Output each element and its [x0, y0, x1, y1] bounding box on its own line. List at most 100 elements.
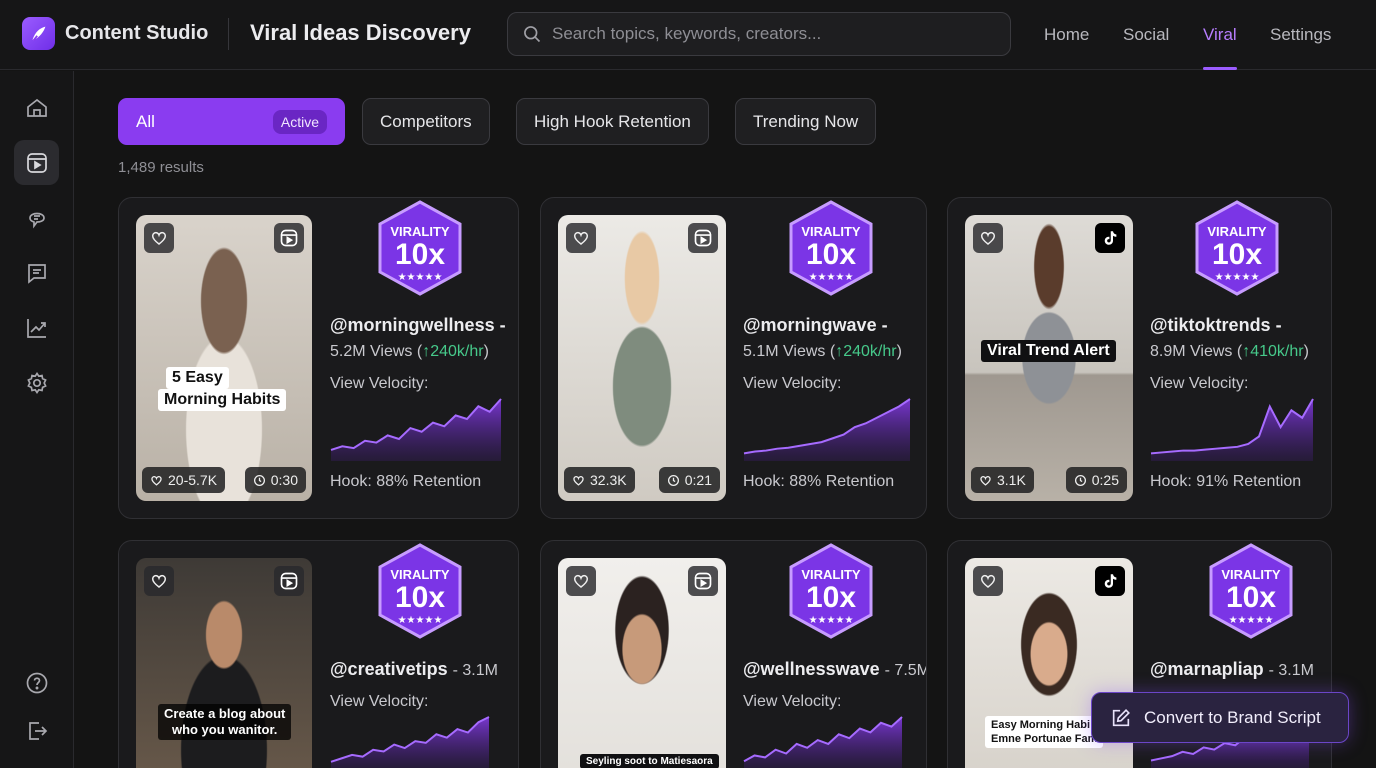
creator-handle[interactable]: @wellnesswave - 7.5M: [743, 659, 926, 680]
star-rating-icon: ★★★★★: [809, 615, 854, 626]
virality-value: 10x: [1212, 238, 1262, 271]
nav-home[interactable]: Home: [1044, 0, 1089, 70]
results-count: 1,489 results: [118, 159, 204, 176]
edit-icon: [1112, 708, 1130, 726]
clock-icon: [1074, 474, 1086, 486]
likes-value: 3.1K: [997, 472, 1026, 488]
tiktok-icon: [1104, 574, 1117, 588]
viral-card[interactable]: 32.3K 0:21 VIRALITY 10x ★★★★★ @morningwa…: [540, 197, 927, 519]
video-caption-line: 5 Easy: [166, 367, 229, 389]
heart-icon: [151, 574, 167, 588]
analytics-icon: [26, 318, 46, 338]
favorite-button[interactable]: [566, 566, 596, 596]
video-caption-line: who you wanitor.: [171, 722, 278, 737]
creator-handle[interactable]: @morningwave -: [743, 315, 888, 336]
creator-handle[interactable]: @creativetips - 3.1M: [330, 659, 498, 680]
virality-label: VIRALITY: [801, 567, 861, 582]
virality-value: 10x: [806, 581, 856, 614]
video-thumbnail[interactable]: Create a blog about who you wanitor.: [136, 558, 312, 768]
clock-icon: [667, 474, 679, 486]
sidebar-item-messages[interactable]: [14, 250, 59, 295]
velocity-sparkline: [1150, 398, 1314, 461]
viral-card[interactable]: Create a blog about who you wanitor. VIR…: [118, 540, 519, 768]
heart-icon: [573, 475, 584, 486]
ideas-icon: [28, 212, 45, 229]
velocity-label: View Velocity:: [743, 375, 842, 392]
nav-settings[interactable]: Settings: [1270, 0, 1331, 70]
creator-handle[interactable]: @marnapliap - 3.1M: [1150, 659, 1314, 680]
sidebar-item-home[interactable]: [14, 85, 59, 130]
reels-icon: [280, 572, 298, 590]
reels-icon: [694, 572, 712, 590]
velocity-sparkline: [330, 398, 502, 461]
sidebar-item-ideas[interactable]: [14, 195, 59, 240]
filter-all[interactable]: All Active: [118, 98, 345, 145]
tiktok-icon: [1104, 231, 1117, 245]
virality-badge: VIRALITY 10x ★★★★★: [378, 200, 462, 296]
viral-card[interactable]: Seyling soot to Matiesaora VIRALITY 10x …: [540, 540, 927, 768]
velocity-label: View Velocity:: [1150, 375, 1249, 392]
favorite-button[interactable]: [144, 223, 174, 253]
platform-badge: [688, 566, 718, 596]
sidebar-item-videos[interactable]: [14, 140, 59, 185]
favorite-button[interactable]: [973, 566, 1003, 596]
video-caption: Easy Morning Habi Emne Portunae Fam: [985, 716, 1104, 748]
virality-badge: VIRALITY 10x ★★★★★: [378, 543, 462, 639]
platform-badge: [274, 223, 304, 253]
video-thumbnail[interactable]: 5 Easy Morning Habits 20-5.7K 0:30: [136, 215, 312, 501]
settings-icon: [26, 371, 47, 394]
velocity-label: View Velocity:: [330, 693, 429, 710]
velocity-area: [331, 717, 489, 768]
video-caption-line: Emne Portunae Fam: [991, 733, 1098, 745]
virality-value: 10x: [395, 238, 445, 271]
favorite-button[interactable]: [973, 223, 1003, 253]
creator-handle[interactable]: @tiktoktrends -: [1150, 315, 1282, 336]
page-title: Viral Ideas Discovery: [250, 20, 471, 45]
creator-handle[interactable]: @morningwellness -: [330, 315, 506, 336]
logo-icon: [32, 26, 45, 41]
views-stat: 5.1M Views (↑240k/hr): [743, 343, 902, 360]
heart-icon: [151, 231, 167, 245]
filter-trending-now[interactable]: Trending Now: [735, 98, 877, 145]
search-box[interactable]: [507, 12, 1011, 56]
reels-icon: [280, 229, 298, 247]
video-thumbnail[interactable]: Viral Trend Alert 3.1K 0:25: [965, 215, 1133, 501]
nav-viral[interactable]: Viral: [1203, 0, 1237, 70]
search-input[interactable]: [552, 24, 992, 44]
hook-retention: Hook: 88% Retention: [743, 473, 895, 490]
video-caption: Create a blog about who you wanitor.: [158, 704, 292, 740]
viral-card[interactable]: 5 Easy Morning Habits 20-5.7K 0:30 VIRAL…: [118, 197, 519, 519]
views-stat: 8.9M Views (↑410k/hr): [1150, 343, 1309, 360]
app-logo[interactable]: [22, 17, 55, 50]
likes-value: 32.3K: [590, 472, 627, 488]
star-rating-icon: ★★★★★: [398, 615, 443, 626]
likes-count: 3.1K: [971, 467, 1034, 493]
duration-value: 0:25: [1091, 472, 1119, 488]
filter-competitors[interactable]: Competitors: [362, 98, 490, 145]
viral-card[interactable]: Viral Trend Alert 3.1K 0:25 VIRALITY 10x…: [947, 197, 1332, 519]
sidebar-item-logout[interactable]: [14, 708, 59, 753]
duration: 0:21: [658, 467, 720, 493]
heart-icon: [980, 574, 996, 588]
platform-badge: [1095, 566, 1125, 596]
duration: 0:30: [244, 467, 306, 493]
views-rate: ↑240k/hr: [422, 343, 484, 360]
convert-to-brand-script-button[interactable]: Convert to Brand Script: [1091, 692, 1349, 743]
duration-value: 0:21: [684, 472, 712, 488]
sidebar-item-analytics[interactable]: [14, 305, 59, 350]
star-rating-icon: ★★★★★: [1229, 615, 1274, 626]
virality-value: 10x: [806, 238, 856, 271]
favorite-button[interactable]: [566, 223, 596, 253]
star-rating-icon: ★★★★★: [398, 272, 443, 283]
favorite-button[interactable]: [144, 566, 174, 596]
star-rating-icon: ★★★★★: [1215, 272, 1260, 283]
sidebar-item-settings[interactable]: [14, 360, 59, 405]
filter-high-hook-retention[interactable]: High Hook Retention: [516, 98, 709, 145]
virality-badge: VIRALITY 10x ★★★★★: [789, 543, 873, 639]
sidebar-item-help[interactable]: [14, 660, 59, 705]
views-stat: 5.2M Views (↑240k/hr): [330, 343, 489, 360]
views-rate: ↑410k/hr: [1242, 343, 1304, 360]
nav-social[interactable]: Social: [1123, 0, 1169, 70]
video-thumbnail[interactable]: Seyling soot to Matiesaora: [558, 558, 726, 768]
video-thumbnail[interactable]: 32.3K 0:21: [558, 215, 726, 501]
